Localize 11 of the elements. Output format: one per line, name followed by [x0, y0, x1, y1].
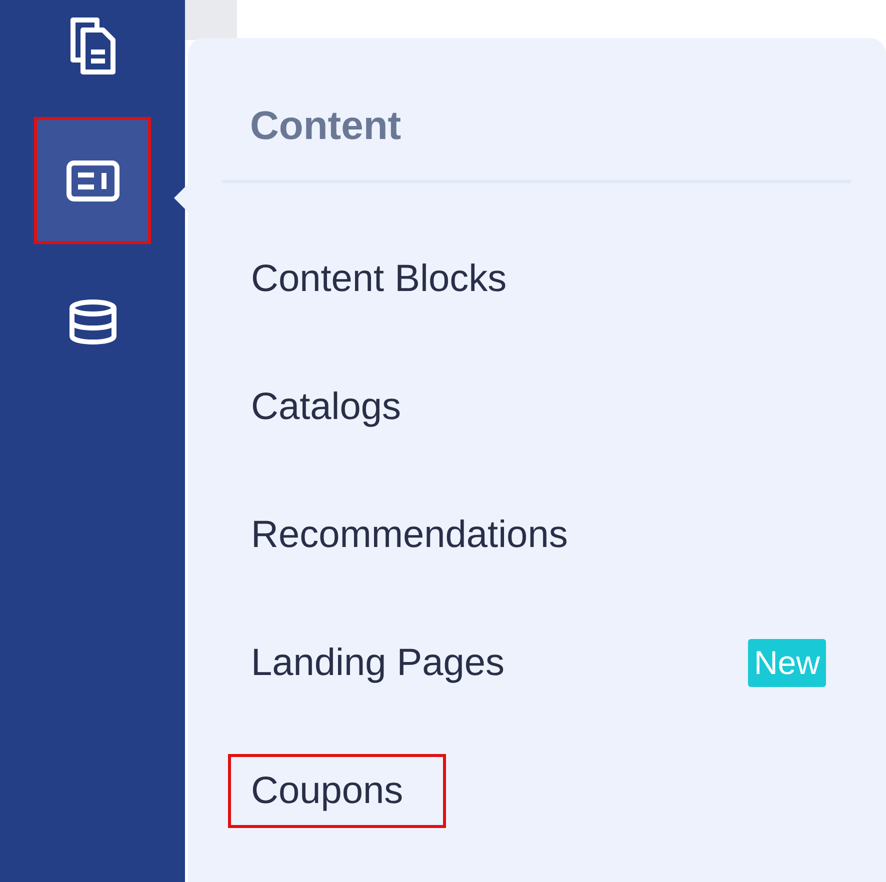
menu-title: Content [250, 103, 402, 150]
menu-item[interactable]: Coupons [228, 754, 446, 828]
layout-icon [66, 160, 120, 202]
menu-item[interactable]: Content Blocks [228, 242, 550, 316]
menu-item[interactable]: Landing Pages [228, 626, 548, 700]
menu-item[interactable]: Recommendations [228, 498, 611, 572]
new-badge: New [748, 639, 826, 687]
database-icon [68, 298, 118, 344]
sidebar-button[interactable] [34, 117, 151, 244]
header-strip [185, 0, 237, 40]
menu-item[interactable]: Catalogs [228, 370, 444, 444]
